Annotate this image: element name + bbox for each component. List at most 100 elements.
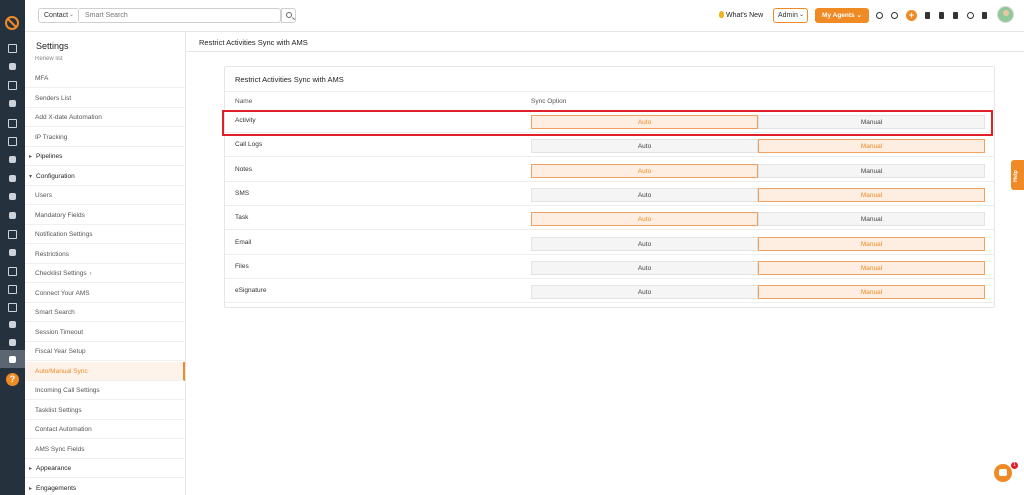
table-row: Files Auto Manual [225,255,994,279]
auto-option-button[interactable]: Auto [531,236,758,251]
dashboard-icon[interactable] [8,44,17,53]
manual-option-button[interactable]: Manual [758,285,985,300]
auto-option-button[interactable]: Auto [531,212,758,227]
phone-icon[interactable] [953,12,958,19]
logo-icon[interactable] [5,16,19,30]
chip-icon[interactable] [967,12,974,19]
help-icon[interactable]: ? [6,373,19,386]
table-row: eSignature Auto Manual [225,279,994,304]
manual-option-button[interactable]: Manual [758,139,985,154]
sidebar-item-contact-automation[interactable]: Contact Automation [25,420,185,439]
sidebar-item-label: Session Timeout [35,328,84,336]
sidebar-item-label: Mandatory Fields [35,211,85,219]
sidebar-item-cut[interactable]: Renew list [35,56,63,61]
sidebar-item-add-x-date-automation[interactable]: Add X-date Automation [25,108,185,127]
avatar[interactable] [997,6,1014,23]
whats-new-label: What's New [726,12,764,19]
manual-option-button[interactable]: Manual [758,163,985,178]
paper-plane-icon[interactable] [9,193,16,200]
google-icon[interactable] [9,249,16,256]
smart-search-input[interactable] [79,8,281,23]
sidebar-item-auto-manual-sync[interactable]: Auto/Manual Sync [25,361,185,381]
bank-icon[interactable] [9,100,16,107]
contact-type-select[interactable]: Contact ⌄ [38,8,79,23]
trend-icon[interactable] [9,339,16,346]
sidebar-item-ams-sync-fields[interactable]: AMS Sync Fields [25,440,185,459]
sidebar-item-restrictions[interactable]: Restrictions [25,245,185,264]
sidebar-item-mfa[interactable]: MFA [25,69,185,88]
sidebar-item-pipelines[interactable]: Pipelines [25,147,185,166]
auto-option-button[interactable]: Auto [531,260,758,275]
manual-option-button[interactable]: Manual [758,236,985,251]
whats-new-link[interactable]: What's New [719,11,763,19]
sidebar-item-smart-search[interactable]: Smart Search [25,303,185,322]
manual-option-button[interactable]: Manual [758,260,985,275]
sidebar-item-mandatory-fields[interactable]: Mandatory Fields [25,206,185,225]
notes-icon[interactable] [8,119,17,128]
sidebar-item-engagements[interactable]: Engagements [25,479,185,495]
folder-icon[interactable] [8,230,17,239]
role-select[interactable]: Admin ⌄ [773,8,808,23]
sidebar-item-configuration[interactable]: Configuration [25,167,185,186]
bar-chart-icon[interactable] [9,212,16,219]
chat-icon[interactable] [994,464,1012,482]
help-tab[interactable]: Help [1011,160,1024,190]
mail-icon[interactable] [8,303,17,312]
my-agents-button[interactable]: My Agents ⌄ [815,8,869,23]
sidebar-item-notification-settings[interactable]: Notification Settings [25,225,185,244]
auto-option-button[interactable]: Auto [531,187,758,202]
sidebar-item-label: Users [35,192,52,199]
megaphone-icon[interactable] [9,175,16,182]
settings-sidebar: Settings Renew list MFA Senders List Add X… [25,32,186,495]
contacts-icon[interactable] [9,63,16,70]
sidebar-item-users[interactable]: Users [25,186,185,205]
row-name: eSignature [235,287,267,295]
table-row: Email Auto Manual [225,231,994,255]
sidebar-item-checklist-settings[interactable]: Checklist Settings › [25,264,185,283]
calendar-icon[interactable] [8,137,17,146]
bell-icon[interactable] [925,12,930,19]
manual-option-button[interactable]: Manual [758,187,985,202]
auto-option-button[interactable]: Auto [531,163,758,178]
page-header: Restrict Activities Sync with AMS [187,32,1024,52]
auto-option-button[interactable]: Auto [531,139,758,154]
calculator-icon[interactable] [8,267,17,276]
calendar-2-icon[interactable] [8,285,17,294]
my-agents-label: My Agents [822,12,855,19]
sidebar-item-label: Appearance [36,465,72,472]
row-name: Call Logs [235,141,263,149]
sidebar-item-senders-list[interactable]: Senders List [25,89,185,108]
chevron-down-icon: ⌄ [798,12,804,18]
add-icon[interactable]: + [906,10,917,21]
sidebar-item-label: Checklist Settings [35,270,87,277]
filter-icon[interactable] [9,156,16,163]
sidebar-item-label: IP Tracking [35,133,68,141]
sidebar-item-incoming-call-settings[interactable]: Incoming Call Settings [25,381,185,400]
table-row: SMS Auto Manual [225,182,994,206]
plane-icon[interactable] [9,321,16,328]
chevron-down-icon: ⌄ [68,12,74,18]
manual-option-button[interactable]: Manual [758,212,985,227]
refresh-icon[interactable] [876,12,883,19]
card-title: Restrict Activities Sync with AMS [235,75,344,84]
sidebar-item-connect-your-ams[interactable]: Connect Your AMS [25,284,185,303]
auto-option-button[interactable]: Auto [531,285,758,300]
sidebar-item-appearance[interactable]: Appearance [25,459,185,478]
sidebar-item-fiscal-year-setup[interactable]: Fiscal Year Setup [25,342,185,361]
logout-icon[interactable] [939,12,944,19]
sidebar-item-label: Connect Your AMS [35,289,90,297]
chevron-right-icon: › [89,271,92,277]
sidebar-item-ip-tracking[interactable]: IP Tracking [25,128,185,147]
search-button[interactable] [281,8,296,23]
sidebar-item-tasklist-settings[interactable]: Tasklist Settings [25,401,185,420]
sidebar-item-session-timeout[interactable]: Session Timeout [25,323,185,342]
sidebar-item-label: AMS Sync Fields [35,445,85,453]
cloud-icon[interactable] [891,12,898,19]
sidebar-item-label: Senders List [35,94,72,102]
documents-icon[interactable] [8,81,17,90]
sidebar-item-label: Notification Settings [35,231,93,238]
contact-type-label: Contact [44,12,69,19]
gear-icon[interactable] [9,356,16,363]
table-row: Notes Auto Manual [225,158,994,182]
list-icon[interactable] [982,12,987,19]
